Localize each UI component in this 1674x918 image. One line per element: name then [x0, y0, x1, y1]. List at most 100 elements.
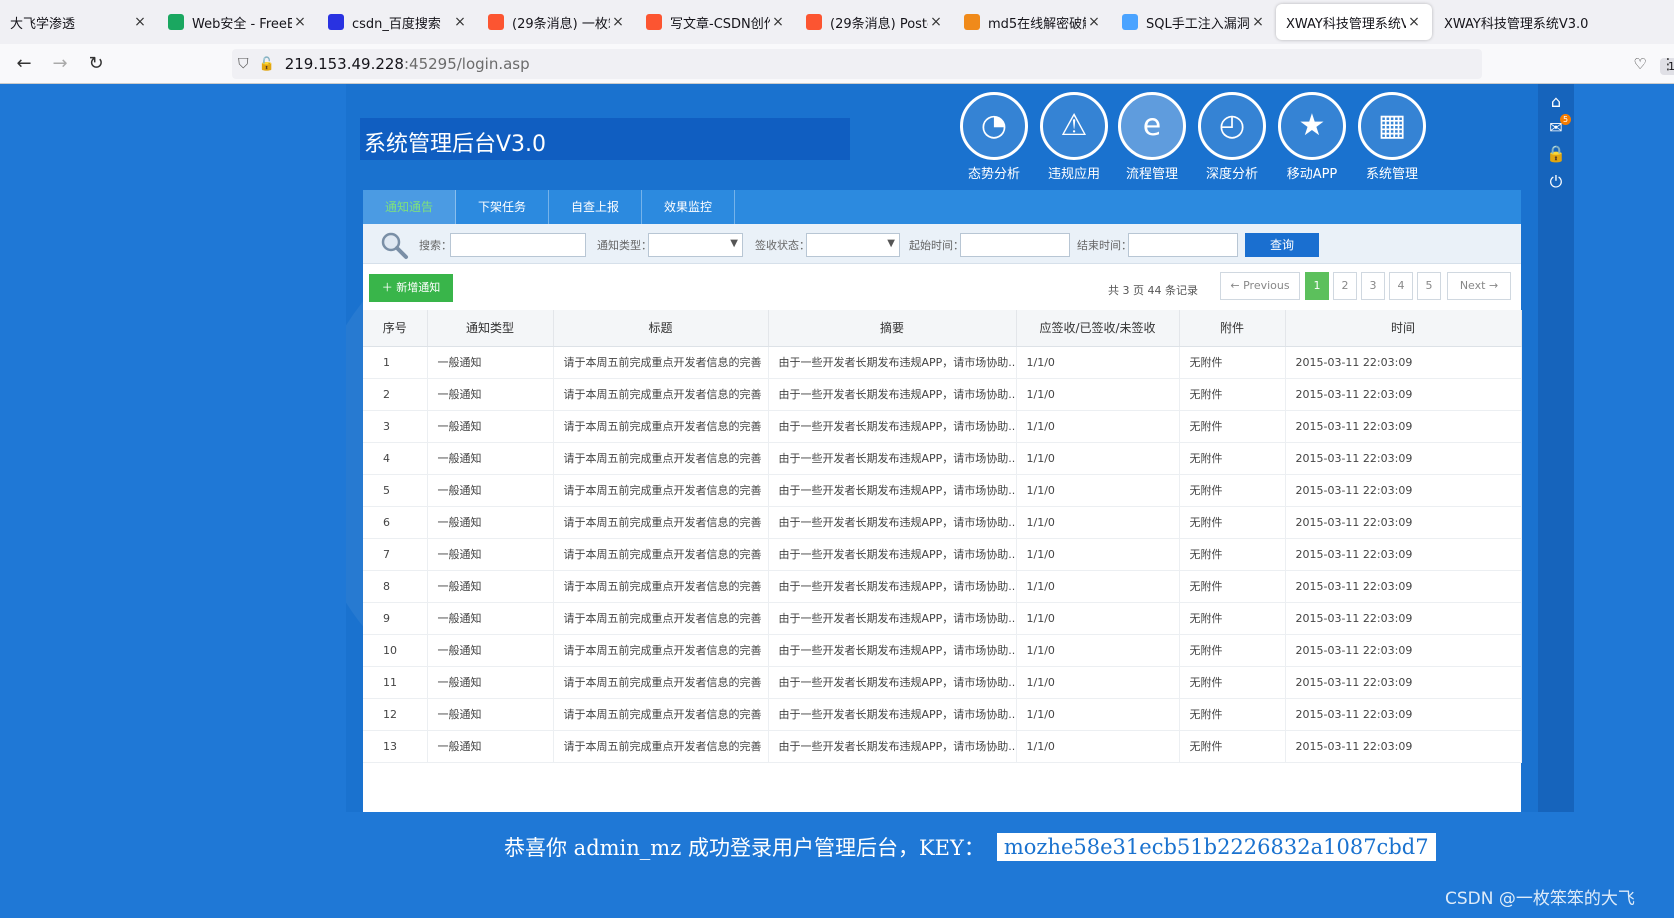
- top-nav-label: 系统管理: [1365, 167, 1418, 182]
- top-nav-label: 流程管理: [1125, 167, 1178, 182]
- more-icon[interactable]: ⋮: [1656, 52, 1674, 76]
- top-nav-item[interactable]: ◴ 深度分析: [1196, 92, 1268, 187]
- close-tab-icon[interactable]: ×: [132, 14, 148, 30]
- column-header[interactable]: 通知类型: [427, 310, 554, 347]
- table-row[interactable]: 5 一般通知 请于本周五前完成重点开发者信息的完善 由于一些开发者长期发布违规APP，…: [363, 474, 1522, 507]
- add-notice-label: 新增通知: [396, 281, 441, 294]
- table-cell: 请于本周五前完成重点开发者信息的完善: [553, 570, 769, 603]
- power-icon[interactable]: ⏻: [1546, 172, 1566, 192]
- close-tab-icon[interactable]: ×: [928, 14, 944, 30]
- table-cell: 1/1/0: [1016, 634, 1180, 667]
- table-row[interactable]: 9 一般通知 请于本周五前完成重点开发者信息的完善 由于一些开发者长期发布违规APP，…: [363, 602, 1522, 635]
- top-nav-item[interactable]: ▦ 系统管理: [1356, 92, 1428, 187]
- page-button[interactable]: 5: [1417, 272, 1441, 300]
- table-cell: 由于一些开发者长期发布违规APP，请市场协助...: [768, 570, 1017, 603]
- sub-tab[interactable]: 下架任务: [456, 190, 550, 224]
- table-cell: 2015-03-11 22:03:09: [1285, 506, 1522, 539]
- browser-tab[interactable]: csdn_百度搜索 ×: [318, 4, 478, 40]
- browser-tab[interactable]: (29条消息) 一枚笨笨的×: [478, 4, 636, 40]
- table-cell: 请于本周五前完成重点开发者信息的完善: [553, 634, 769, 667]
- table-row[interactable]: 13 一般通知 请于本周五前完成重点开发者信息的完善 由于一些开发者长期发布违规APP…: [363, 730, 1522, 763]
- back-icon[interactable]: ←: [12, 52, 36, 76]
- start-time-input[interactable]: [960, 233, 1070, 257]
- table-cell: 无附件: [1179, 730, 1286, 763]
- home-icon[interactable]: ⌂: [1546, 92, 1566, 112]
- right-sidebar: ⌂ ✉ 🔒 ⏻ 5: [1538, 84, 1574, 812]
- sub-tab[interactable]: 通知通告: [363, 190, 457, 224]
- table-row[interactable]: 12 一般通知 请于本周五前完成重点开发者信息的完善 由于一些开发者长期发布违规APP…: [363, 698, 1522, 731]
- key-value[interactable]: mozhe58e31ecb51b2226832a1087cbd7: [996, 833, 1436, 861]
- keyword-label: 搜索：: [419, 239, 452, 252]
- table-row[interactable]: 8 一般通知 请于本周五前完成重点开发者信息的完善 由于一些开发者长期发布违规APP，…: [363, 570, 1522, 603]
- url-bar[interactable]: ⛉ 🔓 219.153.49.228:45295/login.asp 120% …: [232, 49, 1674, 79]
- table-header-row: 序号 通知类型 标题 摘要 应签收/已签收/未签收 附件 时间: [363, 310, 1522, 347]
- close-tab-icon[interactable]: ×: [770, 14, 786, 30]
- table-row[interactable]: 11 一般通知 请于本周五前完成重点开发者信息的完善 由于一些开发者长期发布违规APP…: [363, 666, 1522, 699]
- page-button[interactable]: 1: [1305, 272, 1329, 300]
- sub-tab[interactable]: 自查上报: [549, 190, 643, 224]
- table-row[interactable]: 2 一般通知 请于本周五前完成重点开发者信息的完善 由于一些开发者长期发布违规APP，…: [363, 378, 1522, 411]
- table-cell: 由于一些开发者长期发布违规APP，请市场协助...: [768, 442, 1017, 475]
- table-cell: 一般通知: [427, 698, 554, 731]
- table-row[interactable]: 6 一般通知 请于本周五前完成重点开发者信息的完善 由于一些开发者长期发布违规APP，…: [363, 506, 1522, 539]
- browser-tab-title: XWAY科技管理系统V3.0: [1286, 16, 1406, 32]
- browser-tab-strip: 大飞学渗透×Web安全 - FreeBuf网×csdn_百度搜索×(29条消息)…: [0, 0, 1674, 44]
- type-select[interactable]: ▼: [648, 233, 743, 257]
- browser-tab[interactable]: (29条消息) PostgreSQL×: [796, 4, 954, 40]
- close-tab-icon[interactable]: ×: [1086, 14, 1102, 30]
- previous-page-button[interactable]: ← Previous: [1220, 272, 1300, 300]
- page-button[interactable]: 2: [1333, 272, 1357, 300]
- close-tab-icon[interactable]: ×: [1406, 14, 1422, 30]
- end-time-input[interactable]: [1128, 233, 1238, 257]
- sign-status-select[interactable]: ▼: [806, 233, 900, 257]
- table-cell: 1/1/0: [1016, 378, 1180, 411]
- column-header[interactable]: 时间: [1285, 310, 1522, 347]
- top-nav-item[interactable]: ◔ 态势分析: [958, 92, 1030, 187]
- pocket-icon[interactable]: ♡: [1628, 52, 1652, 76]
- table-cell: 无附件: [1179, 538, 1286, 571]
- keyword-input[interactable]: [450, 233, 586, 257]
- browser-tab[interactable]: 写文章-CSDN创作中心×: [636, 4, 796, 40]
- column-header[interactable]: 应签收/已签收/未签收: [1016, 310, 1180, 347]
- browser-tab[interactable]: 大飞学渗透 ×: [0, 4, 158, 40]
- table-cell: 2015-03-11 22:03:09: [1285, 346, 1522, 379]
- query-button[interactable]: 查询: [1245, 233, 1319, 257]
- browser-tab[interactable]: SQL手工注入漏洞测试×: [1112, 4, 1276, 40]
- sub-tab[interactable]: 效果监控: [642, 190, 736, 224]
- table-cell: 无附件: [1179, 378, 1286, 411]
- baidu-icon: [328, 14, 344, 30]
- table-row[interactable]: 4 一般通知 请于本周五前完成重点开发者信息的完善 由于一些开发者长期发布违规APP，…: [363, 442, 1522, 475]
- column-header[interactable]: 序号: [363, 310, 428, 347]
- table-cell: 一般通知: [427, 474, 554, 507]
- table-row[interactable]: 7 一般通知 请于本周五前完成重点开发者信息的完善 由于一些开发者长期发布违规APP，…: [363, 538, 1522, 571]
- close-tab-icon[interactable]: ×: [610, 14, 626, 30]
- table-cell: 请于本周五前完成重点开发者信息的完善: [553, 538, 769, 571]
- pie-chart-icon: ◔: [960, 92, 1028, 160]
- forward-icon[interactable]: →: [48, 52, 72, 76]
- freebuf-icon: [168, 14, 184, 30]
- close-tab-icon[interactable]: ×: [292, 14, 308, 30]
- top-nav-item[interactable]: ⚠ 违规应用: [1038, 92, 1110, 187]
- table-row[interactable]: 1 一般通知 请于本周五前完成重点开发者信息的完善 由于一些开发者长期发布违规APP，…: [363, 346, 1522, 379]
- table-cell: 由于一些开发者长期发布违规APP，请市场协助...: [768, 602, 1017, 635]
- column-header[interactable]: 标题: [553, 310, 769, 347]
- table-row[interactable]: 3 一般通知 请于本周五前完成重点开发者信息的完善 由于一些开发者长期发布违规APP，…: [363, 410, 1522, 443]
- next-page-button[interactable]: Next →: [1447, 272, 1511, 300]
- browser-tab[interactable]: md5在线解密破解,md5×: [954, 4, 1112, 40]
- browser-tab[interactable]: Web安全 - FreeBuf网×: [158, 4, 318, 40]
- lock-icon[interactable]: 🔒: [1546, 144, 1566, 164]
- page-button[interactable]: 3: [1361, 272, 1385, 300]
- close-tab-icon[interactable]: ×: [1250, 14, 1266, 30]
- column-header[interactable]: 附件: [1179, 310, 1286, 347]
- table-cell: 1/1/0: [1016, 698, 1180, 731]
- page-button[interactable]: 4: [1389, 272, 1413, 300]
- add-notice-button[interactable]: ＋ 新增通知: [369, 274, 453, 302]
- browser-tab[interactable]: XWAY科技管理系统V3.0: [1434, 4, 1674, 40]
- close-tab-icon[interactable]: ×: [452, 14, 468, 30]
- top-nav-item[interactable]: e 流程管理: [1116, 92, 1188, 187]
- top-nav-item[interactable]: ★ 移动APP: [1276, 92, 1348, 187]
- browser-tab[interactable]: XWAY科技管理系统V3.0×: [1276, 4, 1432, 40]
- column-header[interactable]: 摘要: [768, 310, 1017, 347]
- table-row[interactable]: 10 一般通知 请于本周五前完成重点开发者信息的完善 由于一些开发者长期发布违规APP…: [363, 634, 1522, 667]
- reload-icon[interactable]: ↻: [84, 52, 108, 76]
